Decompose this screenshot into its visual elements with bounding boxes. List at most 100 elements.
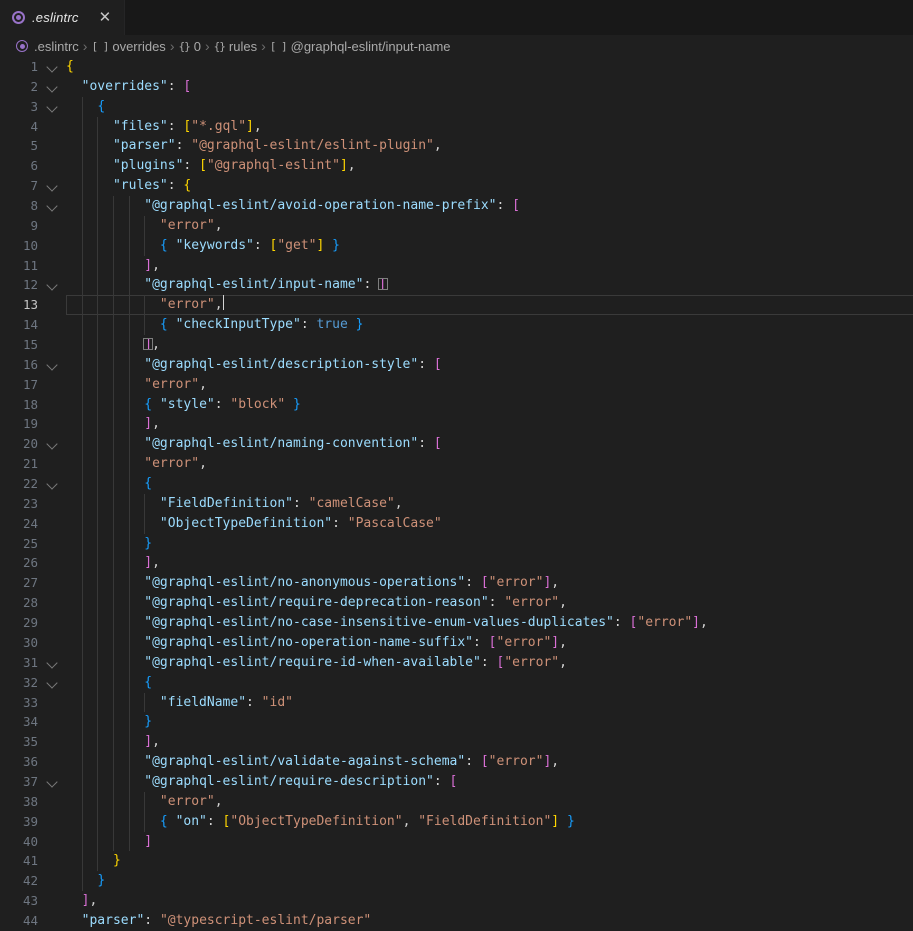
code-line[interactable]: 14 { "checkInputType": true }: [0, 315, 913, 335]
tab-eslintrc[interactable]: .eslintrc ✕: [0, 0, 125, 35]
line-number: 32: [0, 673, 38, 693]
code-line[interactable]: 40 ]: [0, 832, 913, 852]
breadcrumb: .eslintrc›[ ]overrides›{}0›{}rules›[ ]@g…: [0, 35, 913, 57]
code-line[interactable]: 18 { "style": "block" }: [0, 395, 913, 415]
code-line[interactable]: 17 "error",: [0, 375, 913, 395]
code-line[interactable]: 5 "parser": "@graphql-eslint/eslint-plug…: [0, 136, 913, 156]
chevron-down-icon[interactable]: [46, 776, 57, 787]
line-number: 20: [0, 434, 38, 454]
indent-guide: [113, 653, 114, 673]
breadcrumb-item[interactable]: @graphql-eslint/input-name: [291, 39, 451, 54]
code-line[interactable]: 39 { "on": ["ObjectTypeDefinition", "Fie…: [0, 812, 913, 832]
indent-guide: [129, 752, 130, 772]
chevron-down-icon[interactable]: [46, 677, 57, 688]
breadcrumb-item[interactable]: 0: [194, 39, 201, 54]
indent-guide: [97, 395, 98, 415]
code-line[interactable]: 41 }: [0, 851, 913, 871]
code-line[interactable]: 12 "@graphql-eslint/input-name": [: [0, 275, 913, 295]
code-line[interactable]: 31 "@graphql-eslint/require-id-when-avai…: [0, 653, 913, 673]
code-line[interactable]: 3 {: [0, 97, 913, 117]
chevron-down-icon[interactable]: [46, 180, 57, 191]
chevron-down-icon[interactable]: [46, 280, 57, 291]
chevron-down-icon[interactable]: [46, 81, 57, 92]
code-line[interactable]: 35 ],: [0, 732, 913, 752]
code-line[interactable]: 23 "FieldDefinition": "camelCase",: [0, 494, 913, 514]
code-line[interactable]: 20 "@graphql-eslint/naming-convention": …: [0, 434, 913, 454]
indent-guide: [113, 216, 114, 236]
indent-guide: [97, 196, 98, 216]
code-line[interactable]: 4 "files": ["*.gql"],: [0, 117, 913, 137]
fold-column: [38, 613, 66, 633]
fold-column: [38, 355, 66, 375]
breadcrumb-item[interactable]: rules: [229, 39, 257, 54]
symbol-icon: [ ]: [270, 40, 287, 53]
chevron-down-icon[interactable]: [46, 439, 57, 450]
code-line[interactable]: 38 "error",: [0, 792, 913, 812]
code-line[interactable]: 16 "@graphql-eslint/description-style": …: [0, 355, 913, 375]
code-line[interactable]: 6 "plugins": ["@graphql-eslint"],: [0, 156, 913, 176]
chevron-down-icon[interactable]: [46, 657, 57, 668]
code-line[interactable]: 1{: [0, 57, 913, 77]
code-line[interactable]: 44 "parser": "@typescript-eslint/parser": [0, 911, 913, 931]
code-line[interactable]: 27 "@graphql-eslint/no-anonymous-operati…: [0, 573, 913, 593]
line-number: 29: [0, 613, 38, 633]
code-line[interactable]: 32 {: [0, 673, 913, 693]
code-line[interactable]: 30 "@graphql-eslint/no-operation-name-su…: [0, 633, 913, 653]
code-line[interactable]: 15 ],: [0, 335, 913, 355]
indent-guide: [82, 792, 83, 812]
code-line[interactable]: 9 "error",: [0, 216, 913, 236]
code-text: { "on": ["ObjectTypeDefinition", "FieldD…: [66, 812, 913, 832]
indent-guide: [97, 573, 98, 593]
code-line[interactable]: 34 }: [0, 712, 913, 732]
chevron-down-icon[interactable]: [46, 200, 57, 211]
code-line[interactable]: 36 "@graphql-eslint/validate-against-sch…: [0, 752, 913, 772]
indent-guide: [82, 494, 83, 514]
line-number: 9: [0, 216, 38, 236]
code-line[interactable]: 2 "overrides": [: [0, 77, 913, 97]
code-text: "fieldName": "id": [66, 693, 913, 713]
indent-guide: [113, 454, 114, 474]
code-text: }: [66, 534, 913, 554]
code-text: ],: [66, 414, 913, 434]
code-line[interactable]: 33 "fieldName": "id": [0, 693, 913, 713]
indent-guide: [97, 812, 98, 832]
chevron-down-icon[interactable]: [46, 61, 57, 72]
code-line[interactable]: 24 "ObjectTypeDefinition": "PascalCase": [0, 514, 913, 534]
code-line[interactable]: 42 }: [0, 871, 913, 891]
chevron-down-icon[interactable]: [46, 359, 57, 370]
code-line[interactable]: 8 "@graphql-eslint/avoid-operation-name-…: [0, 196, 913, 216]
code-line[interactable]: 37 "@graphql-eslint/require-description"…: [0, 772, 913, 792]
editor[interactable]: 1{2 "overrides": [3 {4 "files": ["*.gql"…: [0, 57, 913, 931]
breadcrumb-item[interactable]: .eslintrc: [34, 39, 79, 54]
indent-guide: [82, 474, 83, 494]
indent-guide: [82, 871, 83, 891]
code-text: "ObjectTypeDefinition": "PascalCase": [66, 514, 913, 534]
code-line[interactable]: 7 "rules": {: [0, 176, 913, 196]
breadcrumb-item[interactable]: overrides: [112, 39, 165, 54]
chevron-down-icon[interactable]: [46, 478, 57, 489]
fold-column: [38, 77, 66, 97]
indent-guide: [97, 375, 98, 395]
code-line[interactable]: 11 ],: [0, 256, 913, 276]
fold-column: [38, 97, 66, 117]
indent-guide: [129, 355, 130, 375]
code-line[interactable]: 21 "error",: [0, 454, 913, 474]
indent-guide: [97, 514, 98, 534]
code-line[interactable]: 13 "error",: [0, 295, 913, 315]
close-icon[interactable]: ✕: [96, 9, 115, 26]
code-line[interactable]: 22 {: [0, 474, 913, 494]
code-line[interactable]: 29 "@graphql-eslint/no-case-insensitive-…: [0, 613, 913, 633]
code-line[interactable]: 43 ],: [0, 891, 913, 911]
line-number: 41: [0, 851, 38, 871]
code-text: "rules": {: [66, 176, 913, 196]
code-line[interactable]: 28 "@graphql-eslint/require-deprecation-…: [0, 593, 913, 613]
chevron-down-icon[interactable]: [46, 101, 57, 112]
code-line[interactable]: 19 ],: [0, 414, 913, 434]
indent-guide: [113, 792, 114, 812]
code-text: "@graphql-eslint/input-name": [: [66, 275, 913, 295]
indent-guide: [82, 752, 83, 772]
code-line[interactable]: 26 ],: [0, 553, 913, 573]
code-line[interactable]: 10 { "keywords": ["get"] }: [0, 236, 913, 256]
indent-guide: [129, 236, 130, 256]
code-line[interactable]: 25 }: [0, 534, 913, 554]
